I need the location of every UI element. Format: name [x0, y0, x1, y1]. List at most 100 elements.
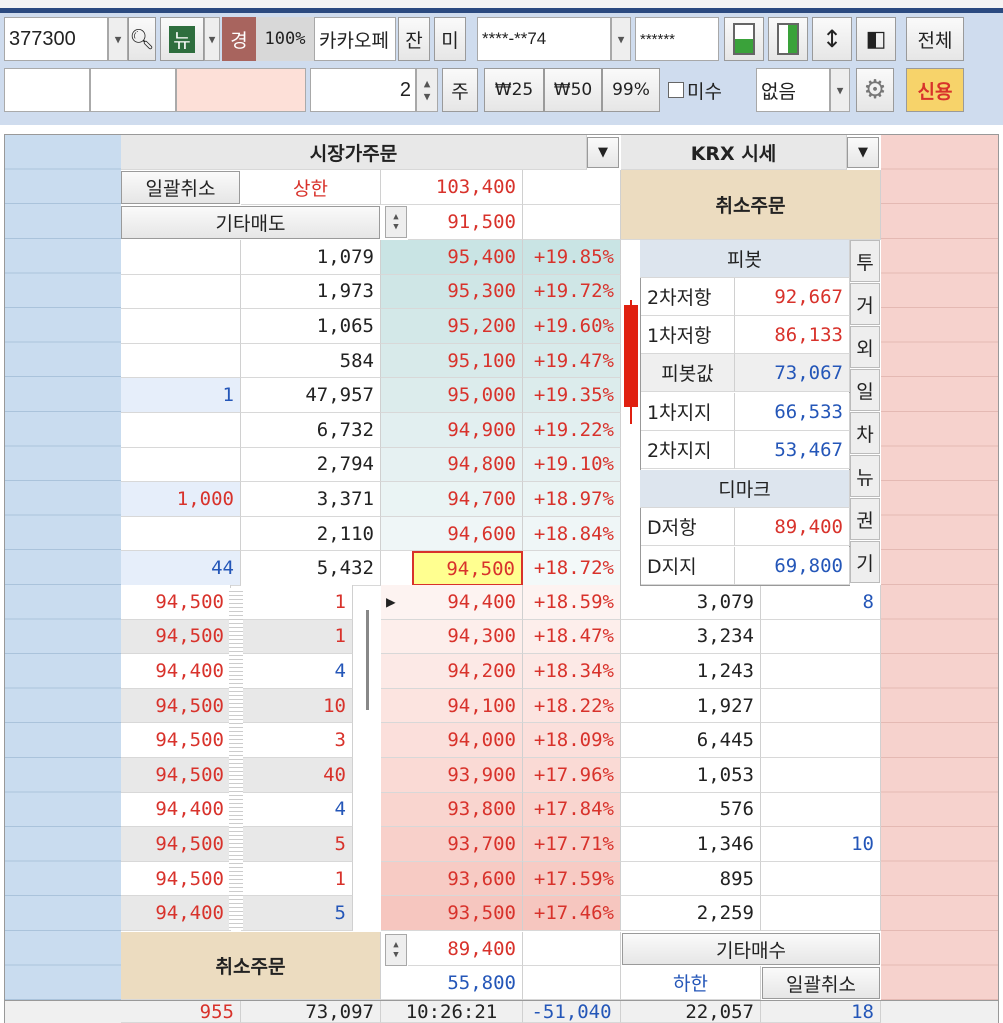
quantity-input[interactable]: 2	[310, 68, 416, 112]
trade-price: 94,500	[121, 723, 231, 758]
news-dropdown[interactable]: ▼	[204, 17, 220, 61]
bid-volume: 1,243	[621, 654, 761, 689]
layout-left-icon[interactable]	[724, 17, 764, 61]
bid-order-qty[interactable]	[761, 619, 881, 655]
side-tab[interactable]: 일	[850, 369, 880, 411]
bulk-cancel-buy-button[interactable]: 일괄취소	[762, 967, 880, 999]
side-tab[interactable]: 차	[850, 412, 880, 454]
bid-price[interactable]: 94,300	[381, 619, 523, 655]
sell-price[interactable]: 91,500	[408, 205, 523, 240]
panel-toggle-icon[interactable]: ◧	[856, 17, 896, 61]
ask-price[interactable]: 94,800	[381, 447, 523, 483]
side-tab[interactable]: 권	[850, 498, 880, 540]
upper-limit-price[interactable]: 103,400	[381, 170, 523, 205]
buy-price-stepper[interactable]: ▲ ▼	[385, 934, 407, 966]
password-input[interactable]: ******	[635, 17, 719, 61]
bid-price[interactable]: 93,800	[381, 792, 523, 828]
amount-25-button[interactable]: ₩25	[484, 68, 544, 112]
bid-order-qty[interactable]	[761, 758, 881, 793]
shares-button[interactable]: 주	[442, 68, 478, 112]
ask-price[interactable]: 95,200	[381, 309, 523, 344]
bid-price[interactable]: 93,600	[381, 861, 523, 897]
percent-99-button[interactable]: 99%	[602, 68, 660, 112]
empty-cell	[523, 932, 621, 966]
side-tab[interactable]: 뉴	[850, 455, 880, 497]
bulk-cancel-sell-button[interactable]: 일괄취소	[121, 171, 240, 204]
misu-checkbox[interactable]: 미수	[668, 68, 748, 112]
bid-order-qty[interactable]	[761, 654, 881, 689]
ask-order-qty[interactable]	[121, 274, 241, 310]
right-order-column[interactable]	[881, 135, 998, 1000]
ask-order-qty[interactable]	[121, 413, 241, 448]
account-dropdown[interactable]: ▼	[611, 17, 631, 61]
code-dropdown[interactable]: ▼	[108, 17, 128, 61]
bid-price[interactable]: 93,700	[381, 827, 523, 862]
all-button[interactable]: 전체	[906, 17, 964, 61]
ask-order-qty[interactable]: 44	[121, 551, 241, 586]
bid-order-qty[interactable]: 8	[761, 585, 881, 620]
ask-order-qty[interactable]	[121, 516, 241, 552]
cancel-order-buy-button[interactable]: 취소주문	[121, 932, 381, 1000]
side-tab[interactable]: 기	[850, 541, 880, 583]
sell-price-stepper[interactable]: ▲ ▼	[385, 206, 407, 238]
stock-code-input[interactable]: 377300	[4, 17, 108, 61]
trade-scroll-thumb[interactable]	[366, 610, 369, 710]
vertical-resize-icon[interactable]: ↕	[812, 17, 852, 61]
ask-order-qty[interactable]	[121, 309, 241, 344]
ask-price[interactable]: 95,100	[381, 343, 523, 379]
bid-order-qty[interactable]	[761, 723, 881, 758]
bid-price[interactable]: 94,100	[381, 688, 523, 724]
ask-order-qty[interactable]	[121, 343, 241, 379]
search-icon[interactable]: 🔍︎	[128, 17, 156, 61]
ask-change-pct: +18.97%	[523, 482, 621, 517]
quantity-stepper[interactable]: ▲ ▼	[416, 68, 438, 112]
lower-limit-price[interactable]: 55,800	[381, 966, 523, 1000]
ask-volume: 2,794	[241, 447, 381, 483]
ask-order-qty[interactable]: 1,000	[121, 482, 241, 517]
ask-price[interactable]: 94,500	[412, 551, 523, 586]
condition-dropdown[interactable]: ▼	[830, 68, 850, 112]
layout-right-icon[interactable]	[768, 17, 808, 61]
credit-button[interactable]: 신용	[906, 68, 964, 112]
side-tab[interactable]: 거	[850, 283, 880, 325]
balance-button[interactable]: 잔	[398, 17, 430, 61]
unfilled-button[interactable]: 미	[434, 17, 466, 61]
bid-order-qty[interactable]: 10	[761, 827, 881, 862]
bid-price[interactable]: 93,500	[381, 896, 523, 931]
krx-header: KRX 시세	[621, 135, 847, 170]
stock-name[interactable]: 카카오페	[314, 17, 396, 61]
condition-select[interactable]: 없음	[756, 68, 830, 112]
krx-dropdown[interactable]: ▼	[847, 137, 879, 168]
left-order-column[interactable]	[5, 135, 121, 1000]
bid-price[interactable]: 94,000	[381, 723, 523, 758]
amount-50-button[interactable]: ₩50	[544, 68, 602, 112]
news-button[interactable]: 뉴	[160, 17, 204, 61]
account-select[interactable]: ****-**74	[477, 17, 611, 61]
side-tab[interactable]: 외	[850, 326, 880, 368]
cancel-order-sell-button[interactable]: 취소주문	[621, 170, 881, 240]
bid-price[interactable]: 93,900	[381, 758, 523, 793]
bid-price[interactable]: 94,200	[381, 654, 523, 689]
gear-icon[interactable]: ⚙	[856, 68, 894, 112]
ask-price[interactable]: 94,700	[381, 482, 523, 517]
bid-order-qty[interactable]	[761, 896, 881, 931]
bid-order-qty[interactable]	[761, 688, 881, 724]
trade-scrollbar[interactable]	[229, 588, 243, 930]
bid-price[interactable]: 94,400	[381, 585, 523, 620]
ask-price[interactable]: 95,300	[381, 274, 523, 310]
bid-order-qty[interactable]	[761, 792, 881, 828]
ask-price[interactable]: 94,600	[381, 516, 523, 552]
ask-price[interactable]: 94,900	[381, 413, 523, 448]
side-tab[interactable]: 투	[850, 240, 880, 282]
ask-price[interactable]: 95,400	[381, 240, 523, 275]
ask-order-qty[interactable]: 1	[121, 378, 241, 413]
trade-qty: 5	[241, 896, 353, 931]
other-buy-button[interactable]: 기타매수	[622, 933, 880, 965]
ask-order-qty[interactable]	[121, 447, 241, 483]
ask-order-qty[interactable]	[121, 240, 241, 275]
market-order-dropdown[interactable]: ▼	[587, 137, 619, 168]
bid-order-qty[interactable]	[761, 861, 881, 897]
buy-price[interactable]: 89,400	[408, 932, 523, 966]
ask-price[interactable]: 95,000	[381, 378, 523, 413]
other-sell-button[interactable]: 기타매도	[121, 206, 380, 239]
